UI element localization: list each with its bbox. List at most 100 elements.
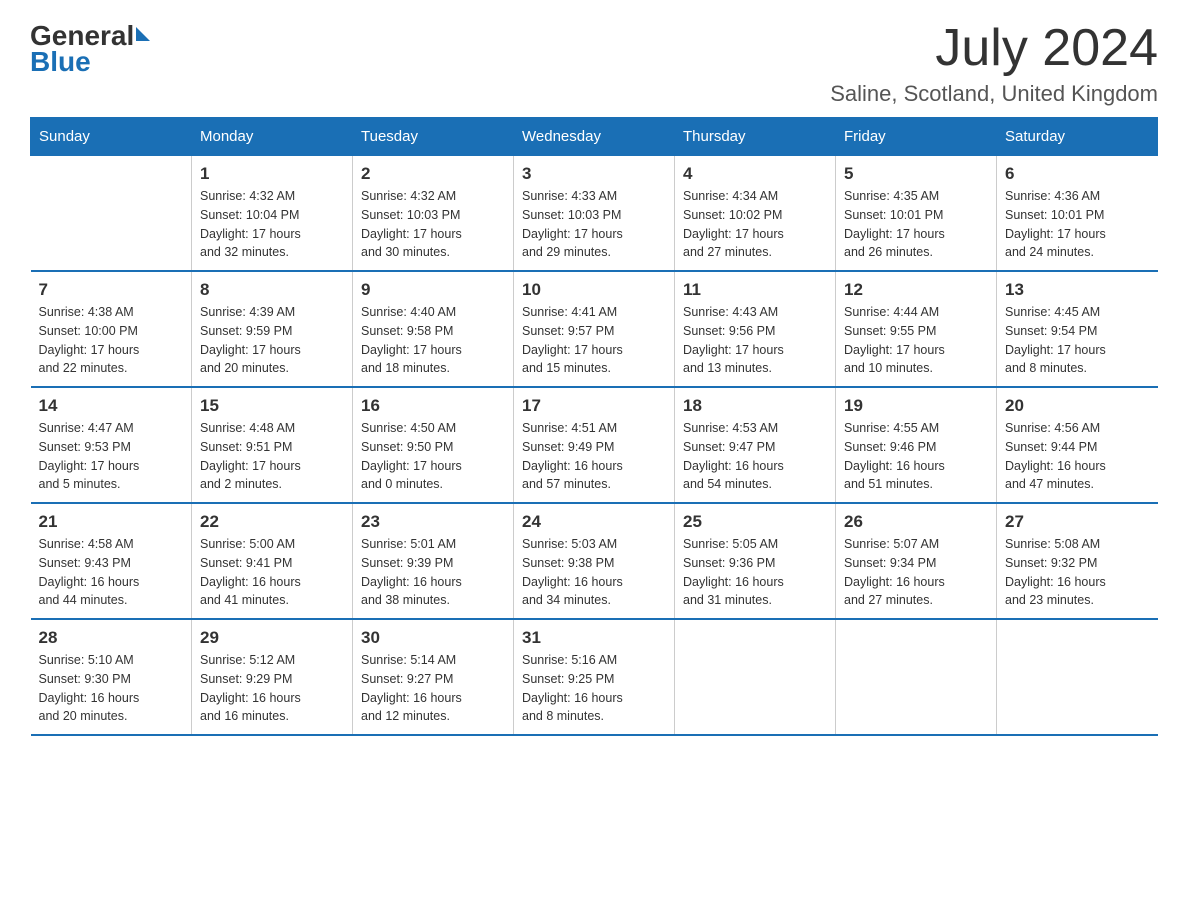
day-number: 20 — [1005, 396, 1150, 416]
calendar-day-cell: 9Sunrise: 4:40 AM Sunset: 9:58 PM Daylig… — [353, 271, 514, 387]
logo: General Blue — [30, 20, 152, 78]
calendar-day-cell: 5 Sunrise: 4:35 AM Sunset: 10:01 PM Dayli… — [836, 156, 997, 272]
calendar-day-cell: 19 Sunrise: 4:55 AM Sunset: 9:46 PM Dayli… — [836, 387, 997, 503]
calendar-day-cell: 14 Sunrise: 4:47 AM Sunset: 9:53 PM Dayli… — [31, 387, 192, 503]
calendar-day-cell — [31, 156, 192, 272]
day-number: 16 — [361, 396, 505, 416]
title-block: July 2024 Saline, Scotland, United Kingd… — [830, 20, 1158, 107]
calendar-table: SundayMondayTuesdayWednesdayThursdayFrid… — [30, 117, 1158, 736]
month-title: July 2024 — [830, 20, 1158, 77]
day-number: 13 — [1005, 280, 1150, 300]
calendar-header-cell: Monday — [192, 118, 353, 156]
day-number: 18 — [683, 396, 827, 416]
day-info: Sunrise: 5:01 AM Sunset: 9:39 PM Dayligh… — [361, 535, 505, 610]
day-info: Sunrise: 4:53 AM Sunset: 9:47 PM Dayligh… — [683, 419, 827, 494]
day-info: Sunrise: 4:51 AM Sunset: 9:49 PM Dayligh… — [522, 419, 666, 494]
calendar-header-cell: Saturday — [997, 118, 1158, 156]
day-info: Sunrise: 4:38 AM Sunset: 10:00 PM Daylig… — [39, 303, 184, 378]
day-number: 11 — [683, 280, 827, 300]
day-number: 29 — [200, 628, 344, 648]
day-number: 9 — [361, 280, 505, 300]
day-number: 12 — [844, 280, 988, 300]
day-number: 23 — [361, 512, 505, 532]
calendar-day-cell: 11 Sunrise: 4:43 AM Sunset: 9:56 PM Dayli… — [675, 271, 836, 387]
day-info: Sunrise: 5:08 AM Sunset: 9:32 PM Dayligh… — [1005, 535, 1150, 610]
day-number: 10 — [522, 280, 666, 300]
day-info: Sunrise: 4:33 AM Sunset: 10:03 PM Daylig… — [522, 187, 666, 262]
day-number: 15 — [200, 396, 344, 416]
day-info: Sunrise: 4:48 AM Sunset: 9:51 PM Dayligh… — [200, 419, 344, 494]
logo-arrow-icon — [136, 27, 150, 41]
day-info: Sunrise: 4:32 AM Sunset: 10:04 PM Daylig… — [200, 187, 344, 262]
calendar-day-cell: 7 Sunrise: 4:38 AM Sunset: 10:00 PM Dayli… — [31, 271, 192, 387]
calendar-header-cell: Sunday — [31, 118, 192, 156]
calendar-day-cell: 6Sunrise: 4:36 AM Sunset: 10:01 PM Dayli… — [997, 156, 1158, 272]
day-number: 1 — [200, 164, 344, 184]
day-info: Sunrise: 5:03 AM Sunset: 9:38 PM Dayligh… — [522, 535, 666, 610]
day-info: Sunrise: 5:07 AM Sunset: 9:34 PM Dayligh… — [844, 535, 988, 610]
calendar-day-cell: 30 Sunrise: 5:14 AM Sunset: 9:27 PM Dayli… — [353, 619, 514, 735]
day-number: 22 — [200, 512, 344, 532]
calendar-header-cell: Friday — [836, 118, 997, 156]
day-number: 5 — [844, 164, 988, 184]
calendar-day-cell: 25Sunrise: 5:05 AM Sunset: 9:36 PM Dayli… — [675, 503, 836, 619]
calendar-day-cell: 16Sunrise: 4:50 AM Sunset: 9:50 PM Dayli… — [353, 387, 514, 503]
calendar-day-cell: 4 Sunrise: 4:34 AM Sunset: 10:02 PM Dayli… — [675, 156, 836, 272]
calendar-day-cell: 1 Sunrise: 4:32 AM Sunset: 10:04 PM Dayli… — [192, 156, 353, 272]
day-number: 21 — [39, 512, 184, 532]
day-info: Sunrise: 4:55 AM Sunset: 9:46 PM Dayligh… — [844, 419, 988, 494]
day-info: Sunrise: 4:35 AM Sunset: 10:01 PM Daylig… — [844, 187, 988, 262]
calendar-day-cell — [675, 619, 836, 735]
day-number: 30 — [361, 628, 505, 648]
calendar-header-cell: Tuesday — [353, 118, 514, 156]
calendar-day-cell: 15 Sunrise: 4:48 AM Sunset: 9:51 PM Dayli… — [192, 387, 353, 503]
day-number: 26 — [844, 512, 988, 532]
day-number: 3 — [522, 164, 666, 184]
calendar-day-cell — [997, 619, 1158, 735]
calendar-day-cell: 13 Sunrise: 4:45 AM Sunset: 9:54 PM Dayli… — [997, 271, 1158, 387]
calendar-day-cell: 21 Sunrise: 4:58 AM Sunset: 9:43 PM Dayli… — [31, 503, 192, 619]
day-info: Sunrise: 4:43 AM Sunset: 9:56 PM Dayligh… — [683, 303, 827, 378]
calendar-week-row: 28 Sunrise: 5:10 AM Sunset: 9:30 PM Dayli… — [31, 619, 1158, 735]
day-number: 8 — [200, 280, 344, 300]
day-number: 31 — [522, 628, 666, 648]
calendar-header-cell: Thursday — [675, 118, 836, 156]
calendar-day-cell: 26 Sunrise: 5:07 AM Sunset: 9:34 PM Dayli… — [836, 503, 997, 619]
day-info: Sunrise: 5:14 AM Sunset: 9:27 PM Dayligh… — [361, 651, 505, 726]
calendar-week-row: 21 Sunrise: 4:58 AM Sunset: 9:43 PM Dayli… — [31, 503, 1158, 619]
day-info: Sunrise: 4:39 AM Sunset: 9:59 PM Dayligh… — [200, 303, 344, 378]
calendar-day-cell: 24Sunrise: 5:03 AM Sunset: 9:38 PM Dayli… — [514, 503, 675, 619]
calendar-day-cell: 10 Sunrise: 4:41 AM Sunset: 9:57 PM Dayli… — [514, 271, 675, 387]
calendar-header-row: SundayMondayTuesdayWednesdayThursdayFrid… — [31, 118, 1158, 156]
day-number: 17 — [522, 396, 666, 416]
calendar-week-row: 1 Sunrise: 4:32 AM Sunset: 10:04 PM Dayli… — [31, 156, 1158, 272]
calendar-day-cell: 22Sunrise: 5:00 AM Sunset: 9:41 PM Dayli… — [192, 503, 353, 619]
day-number: 4 — [683, 164, 827, 184]
calendar-day-cell: 18 Sunrise: 4:53 AM Sunset: 9:47 PM Dayli… — [675, 387, 836, 503]
day-info: Sunrise: 4:34 AM Sunset: 10:02 PM Daylig… — [683, 187, 827, 262]
day-info: Sunrise: 4:44 AM Sunset: 9:55 PM Dayligh… — [844, 303, 988, 378]
calendar-day-cell: 20Sunrise: 4:56 AM Sunset: 9:44 PM Dayli… — [997, 387, 1158, 503]
day-number: 19 — [844, 396, 988, 416]
day-number: 14 — [39, 396, 184, 416]
page-header: General Blue July 2024 Saline, Scotland,… — [30, 20, 1158, 107]
location-title: Saline, Scotland, United Kingdom — [830, 81, 1158, 107]
calendar-week-row: 14 Sunrise: 4:47 AM Sunset: 9:53 PM Dayli… — [31, 387, 1158, 503]
calendar-day-cell: 3 Sunrise: 4:33 AM Sunset: 10:03 PM Dayli… — [514, 156, 675, 272]
calendar-header-cell: Wednesday — [514, 118, 675, 156]
day-number: 7 — [39, 280, 184, 300]
calendar-day-cell — [836, 619, 997, 735]
logo-blue-text: Blue — [30, 46, 91, 78]
calendar-day-cell: 23 Sunrise: 5:01 AM Sunset: 9:39 PM Dayli… — [353, 503, 514, 619]
day-info: Sunrise: 5:05 AM Sunset: 9:36 PM Dayligh… — [683, 535, 827, 610]
calendar-day-cell: 28 Sunrise: 5:10 AM Sunset: 9:30 PM Dayli… — [31, 619, 192, 735]
calendar-day-cell: 17 Sunrise: 4:51 AM Sunset: 9:49 PM Dayli… — [514, 387, 675, 503]
calendar-week-row: 7 Sunrise: 4:38 AM Sunset: 10:00 PM Dayli… — [31, 271, 1158, 387]
day-info: Sunrise: 4:47 AM Sunset: 9:53 PM Dayligh… — [39, 419, 184, 494]
day-info: Sunrise: 5:10 AM Sunset: 9:30 PM Dayligh… — [39, 651, 184, 726]
day-info: Sunrise: 4:45 AM Sunset: 9:54 PM Dayligh… — [1005, 303, 1150, 378]
day-info: Sunrise: 4:58 AM Sunset: 9:43 PM Dayligh… — [39, 535, 184, 610]
calendar-body: 1 Sunrise: 4:32 AM Sunset: 10:04 PM Dayli… — [31, 156, 1158, 736]
day-info: Sunrise: 4:41 AM Sunset: 9:57 PM Dayligh… — [522, 303, 666, 378]
day-number: 28 — [39, 628, 184, 648]
